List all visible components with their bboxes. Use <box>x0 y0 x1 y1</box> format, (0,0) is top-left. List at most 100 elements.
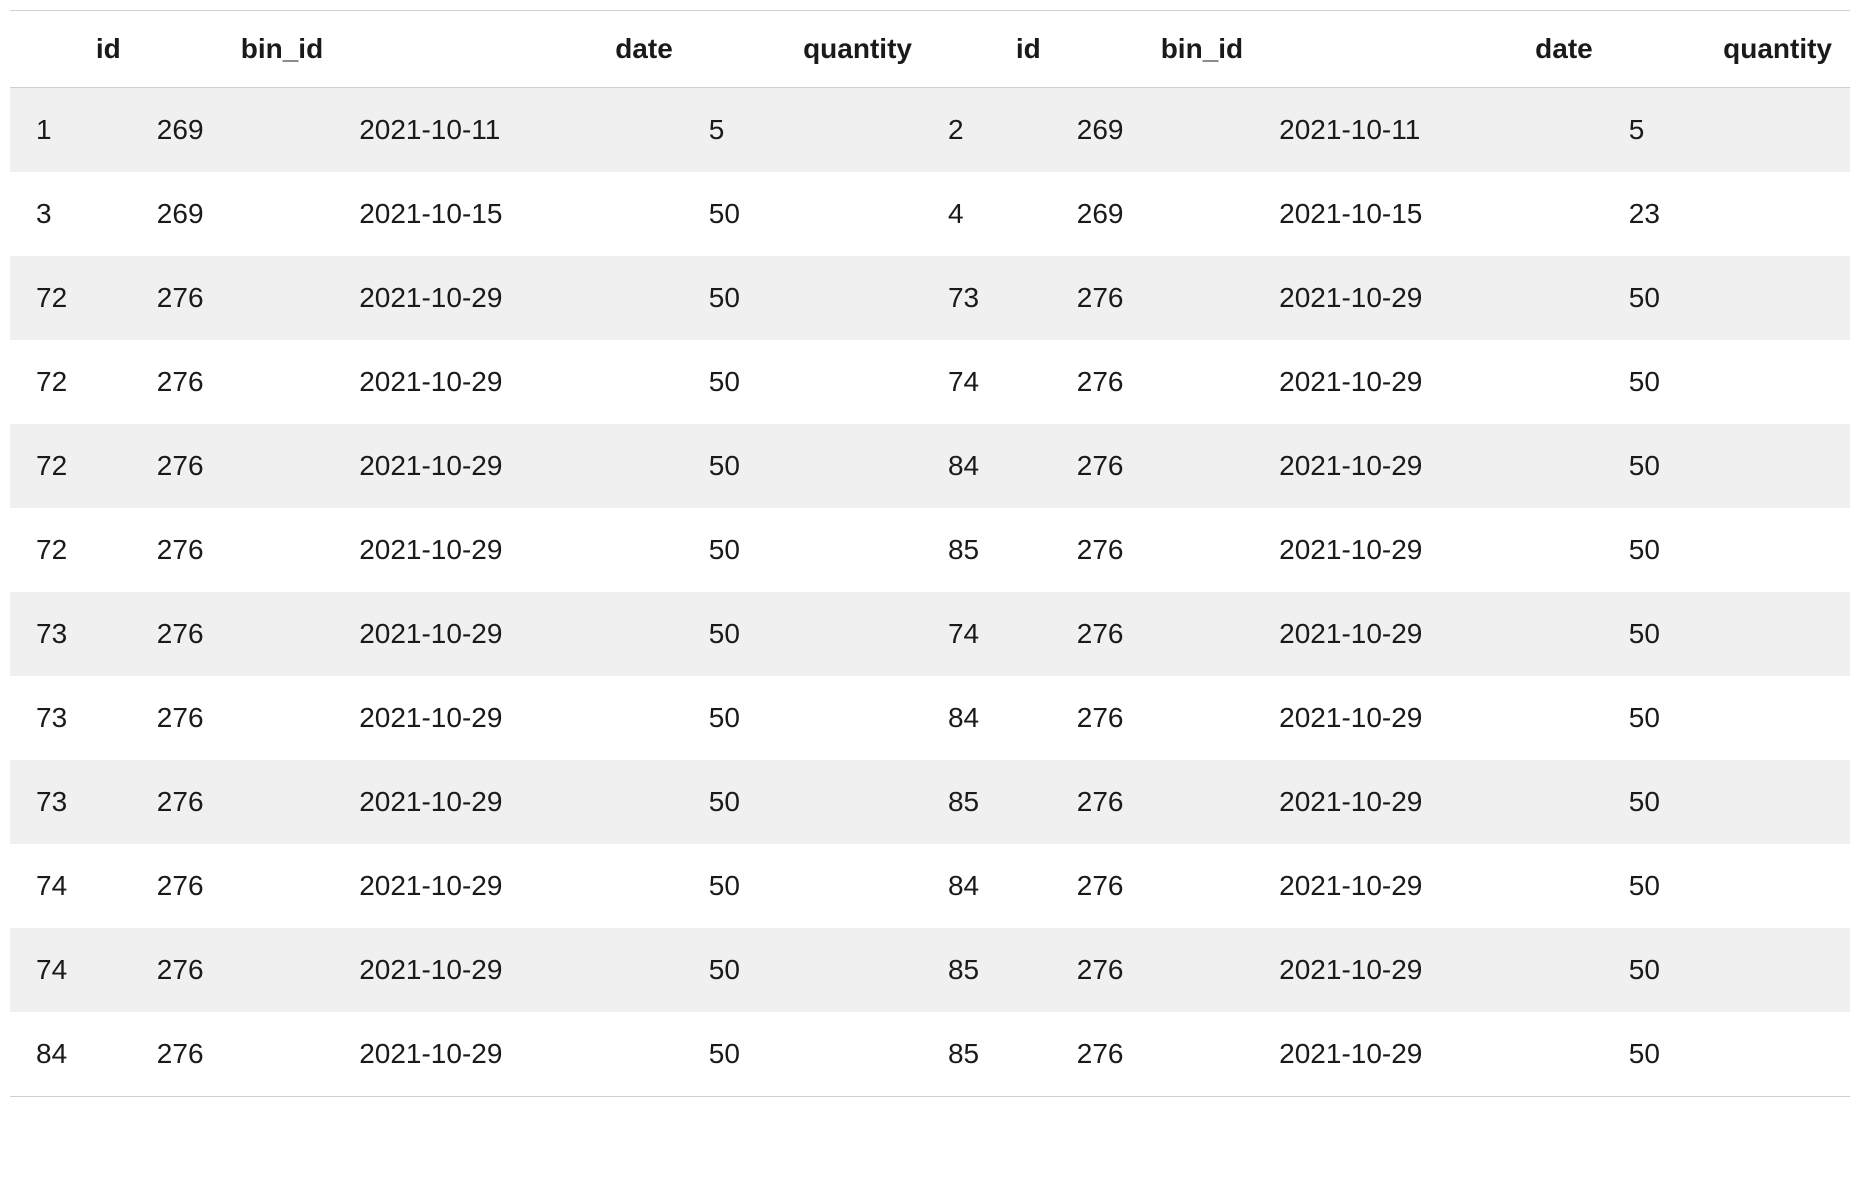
table-cell: 276 <box>139 592 341 676</box>
table-cell: 2021-10-15 <box>1261 172 1611 256</box>
table-cell: 276 <box>1059 256 1261 340</box>
table-cell: 276 <box>139 676 341 760</box>
table-cell: 50 <box>691 508 930 592</box>
table-cell: 2021-10-29 <box>341 424 691 508</box>
table-cell: 50 <box>1611 592 1850 676</box>
table-row: 742762021-10-2950852762021-10-2950 <box>10 928 1850 1012</box>
table-cell: 23 <box>1611 172 1850 256</box>
table-cell: 276 <box>1059 592 1261 676</box>
table-cell: 2021-10-29 <box>1261 928 1611 1012</box>
table-cell: 2021-10-29 <box>341 340 691 424</box>
table-cell: 72 <box>10 256 139 340</box>
table-row: 722762021-10-2950732762021-10-2950 <box>10 256 1850 340</box>
table-cell: 276 <box>1059 928 1261 1012</box>
table-cell: 85 <box>930 760 1059 844</box>
column-header: bin_id <box>1059 11 1261 88</box>
table-cell: 50 <box>691 1012 930 1096</box>
column-header: id <box>930 11 1059 88</box>
table-cell: 72 <box>10 340 139 424</box>
table-cell: 2021-10-11 <box>1261 88 1611 173</box>
table-cell: 1 <box>10 88 139 173</box>
column-header: id <box>10 11 139 88</box>
table-cell: 50 <box>691 928 930 1012</box>
table-cell: 276 <box>1059 424 1261 508</box>
table-cell: 74 <box>930 340 1059 424</box>
table-cell: 50 <box>691 676 930 760</box>
table-cell: 276 <box>139 1012 341 1096</box>
table-cell: 84 <box>930 424 1059 508</box>
table-cell: 50 <box>1611 760 1850 844</box>
data-table: id bin_id date quantity id bin_id date q… <box>10 11 1850 1096</box>
table-cell: 2021-10-29 <box>1261 1012 1611 1096</box>
table-cell: 50 <box>1611 1012 1850 1096</box>
table-cell: 50 <box>1611 340 1850 424</box>
table-row: 732762021-10-2950842762021-10-2950 <box>10 676 1850 760</box>
table-cell: 50 <box>691 424 930 508</box>
table-cell: 50 <box>691 844 930 928</box>
table-row: 742762021-10-2950842762021-10-2950 <box>10 844 1850 928</box>
column-header: bin_id <box>139 11 341 88</box>
table-cell: 2021-10-29 <box>341 508 691 592</box>
table-cell: 269 <box>1059 88 1261 173</box>
table-cell: 50 <box>691 172 930 256</box>
table-cell: 2021-10-29 <box>1261 256 1611 340</box>
table-cell: 276 <box>139 844 341 928</box>
table-cell: 276 <box>139 424 341 508</box>
table-cell: 5 <box>1611 88 1850 173</box>
column-header: date <box>341 11 691 88</box>
table-cell: 269 <box>139 172 341 256</box>
table-cell: 276 <box>1059 1012 1261 1096</box>
table-cell: 2021-10-29 <box>1261 844 1611 928</box>
table-cell: 276 <box>1059 676 1261 760</box>
table-cell: 84 <box>10 1012 139 1096</box>
column-header: quantity <box>1611 11 1850 88</box>
table-cell: 2021-10-29 <box>341 760 691 844</box>
table-cell: 73 <box>10 676 139 760</box>
table-cell: 50 <box>691 760 930 844</box>
table-cell: 50 <box>691 592 930 676</box>
table-cell: 50 <box>1611 928 1850 1012</box>
table-row: 722762021-10-2950742762021-10-2950 <box>10 340 1850 424</box>
table-cell: 276 <box>139 760 341 844</box>
table-cell: 72 <box>10 508 139 592</box>
table-row: 722762021-10-2950842762021-10-2950 <box>10 424 1850 508</box>
table-cell: 2021-10-29 <box>1261 760 1611 844</box>
table-cell: 4 <box>930 172 1059 256</box>
table-cell: 2021-10-29 <box>341 844 691 928</box>
table-cell: 2 <box>930 88 1059 173</box>
table-cell: 50 <box>1611 844 1850 928</box>
data-table-container: id bin_id date quantity id bin_id date q… <box>10 10 1850 1097</box>
table-cell: 276 <box>139 508 341 592</box>
table-cell: 2021-10-11 <box>341 88 691 173</box>
table-cell: 276 <box>1059 760 1261 844</box>
column-header: date <box>1261 11 1611 88</box>
table-cell: 269 <box>139 88 341 173</box>
table-cell: 2021-10-29 <box>1261 508 1611 592</box>
table-cell: 85 <box>930 928 1059 1012</box>
table-cell: 74 <box>10 844 139 928</box>
table-cell: 74 <box>930 592 1059 676</box>
table-cell: 2021-10-29 <box>341 676 691 760</box>
table-cell: 50 <box>1611 676 1850 760</box>
table-cell: 2021-10-29 <box>341 592 691 676</box>
table-cell: 276 <box>139 256 341 340</box>
table-row: 12692021-10-11522692021-10-115 <box>10 88 1850 173</box>
table-cell: 50 <box>1611 424 1850 508</box>
table-cell: 276 <box>139 928 341 1012</box>
table-cell: 72 <box>10 424 139 508</box>
table-cell: 2021-10-29 <box>1261 340 1611 424</box>
table-cell: 50 <box>691 340 930 424</box>
table-row: 842762021-10-2950852762021-10-2950 <box>10 1012 1850 1096</box>
table-cell: 276 <box>1059 508 1261 592</box>
table-cell: 269 <box>1059 172 1261 256</box>
table-cell: 2021-10-29 <box>341 928 691 1012</box>
table-cell: 3 <box>10 172 139 256</box>
table-row: 722762021-10-2950852762021-10-2950 <box>10 508 1850 592</box>
table-cell: 276 <box>1059 340 1261 424</box>
table-cell: 2021-10-29 <box>341 256 691 340</box>
table-row: 732762021-10-2950742762021-10-2950 <box>10 592 1850 676</box>
table-cell: 2021-10-29 <box>341 1012 691 1096</box>
table-cell: 2021-10-29 <box>1261 592 1611 676</box>
table-cell: 2021-10-15 <box>341 172 691 256</box>
table-row: 732762021-10-2950852762021-10-2950 <box>10 760 1850 844</box>
